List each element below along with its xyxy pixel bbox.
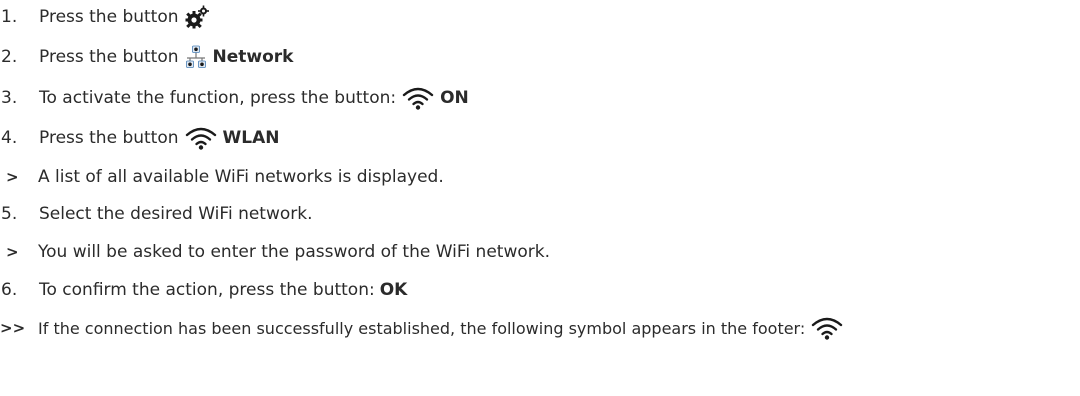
step-text: Press the button xyxy=(39,128,179,148)
step-1: 1. Press the button xyxy=(0,3,215,31)
wifi-icon xyxy=(810,316,844,340)
step-6: 6. To confirm the action, press the butt… xyxy=(0,276,407,304)
step-5: 5. Select the desired WiFi network. xyxy=(0,200,313,228)
final-result-text: If the connection has been successfully … xyxy=(38,318,806,338)
step-number: 2. xyxy=(1,47,18,67)
step-number: 6. xyxy=(1,280,18,300)
step-2: 2. Press the button Network xyxy=(0,43,294,71)
step-text: Press the button xyxy=(39,47,179,67)
on-button-label: ON xyxy=(440,88,469,108)
wifi-icon xyxy=(184,126,218,150)
step-text: Press the button xyxy=(39,7,179,27)
step-4: 4. Press the button WLAN xyxy=(0,124,280,152)
network-icon xyxy=(184,45,208,69)
result-text: A list of all available WiFi networks is… xyxy=(38,167,444,187)
step-number: 5. xyxy=(1,204,18,224)
result-marker: > xyxy=(6,243,19,261)
step-number: 1. xyxy=(1,7,18,27)
gear-icon xyxy=(184,5,210,29)
wifi-icon xyxy=(401,86,435,110)
final-result-marker: >> xyxy=(0,319,26,337)
step-text: To confirm the action, press the button: xyxy=(39,280,375,300)
result-text: You will be asked to enter the password … xyxy=(38,242,551,262)
step-text: Select the desired WiFi network. xyxy=(39,204,313,224)
step-text: To activate the function, press the butt… xyxy=(39,88,397,108)
step-3: 3. To activate the function, press the b… xyxy=(0,84,469,112)
result-1: > A list of all available WiFi networks … xyxy=(0,163,444,191)
wlan-button-label: WLAN xyxy=(222,128,280,148)
step-number: 4. xyxy=(1,128,18,148)
final-result: >> If the connection has been successful… xyxy=(0,314,849,342)
ok-button-label: OK xyxy=(379,280,408,300)
result-marker: > xyxy=(6,168,19,186)
network-button-label: Network xyxy=(212,47,294,67)
result-2: > You will be asked to enter the passwor… xyxy=(0,238,550,266)
step-number: 3. xyxy=(1,88,18,108)
